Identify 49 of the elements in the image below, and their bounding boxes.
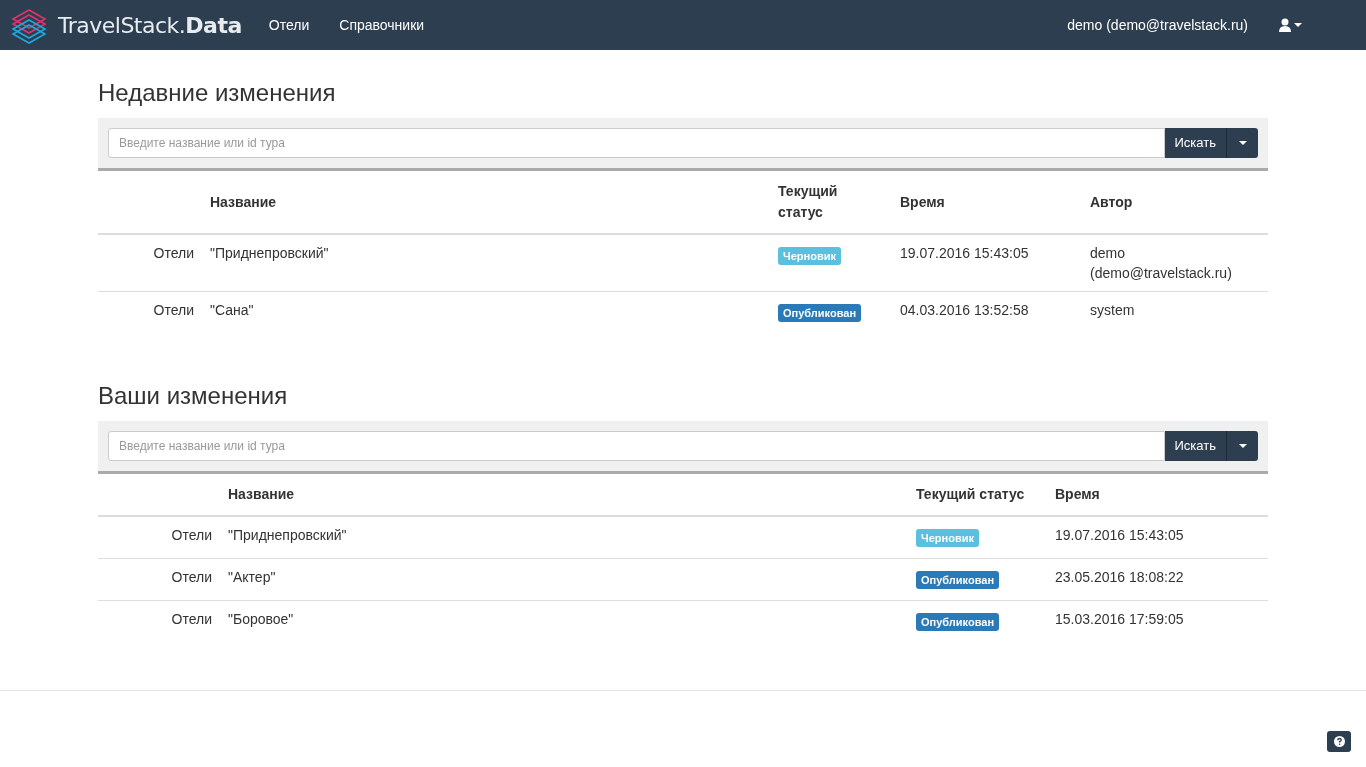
search-field[interactable]: Введите название или id тура bbox=[108, 431, 1165, 461]
help-button[interactable] bbox=[1327, 731, 1351, 752]
category-text: Отели bbox=[171, 527, 212, 543]
search-button[interactable]: Искать bbox=[1164, 431, 1227, 461]
status-badge: Опубликован bbox=[916, 571, 1000, 589]
section-title: Недавние изменения bbox=[98, 78, 337, 108]
column-header: Текущий статус bbox=[916, 486, 1025, 502]
timestamp: 19.07.2016 15:43:05 bbox=[1055, 527, 1184, 543]
section-title: Ваши изменения bbox=[98, 381, 289, 411]
category-text: Отели bbox=[153, 302, 194, 318]
brand-name[interactable]: TravelStack.Data bbox=[58, 8, 242, 42]
author-text: system bbox=[1090, 302, 1135, 318]
column-header: Время bbox=[1055, 486, 1100, 502]
dropdown-toggle-button[interactable] bbox=[1227, 431, 1258, 461]
category-text: Отели bbox=[153, 245, 194, 261]
column-header: Название bbox=[228, 486, 295, 502]
timestamp: 19.07.2016 15:43:05 bbox=[900, 245, 1029, 261]
status-badge: Опубликован bbox=[916, 613, 1000, 631]
hotel-name: "Приднепровский" bbox=[228, 527, 347, 543]
status-badge: Опубликован bbox=[778, 304, 862, 322]
status-badge: Черновик bbox=[778, 247, 841, 265]
column-header: Время bbox=[900, 193, 945, 210]
column-header: Название bbox=[210, 193, 277, 210]
column-header: Текущий статус bbox=[778, 183, 838, 220]
caret-icon bbox=[1238, 141, 1247, 145]
user-link[interactable]: demo (demo@travelstack.ru) bbox=[1067, 14, 1248, 36]
column-header: Автор bbox=[1090, 193, 1133, 210]
help-icon bbox=[1333, 736, 1345, 747]
author-text: demo (demo@travelstack.ru) bbox=[1090, 245, 1232, 281]
search-field[interactable]: Введите название или id тура bbox=[108, 128, 1165, 158]
user-menu-button[interactable] bbox=[1278, 18, 1302, 32]
timestamp: 04.03.2016 13:52:58 bbox=[900, 302, 1029, 318]
nav-link[interactable]: Отели bbox=[253, 0, 325, 51]
hotel-name: "Сана" bbox=[210, 302, 254, 318]
status-badge: Черновик bbox=[916, 529, 979, 547]
hotel-name: "Приднепровский" bbox=[210, 245, 329, 261]
caret-icon bbox=[1294, 23, 1302, 27]
search-button[interactable]: Искать bbox=[1164, 128, 1227, 158]
category-text: Отели bbox=[171, 611, 212, 627]
category-text: Отели bbox=[171, 569, 212, 585]
hotel-name: "Актер" bbox=[228, 569, 276, 585]
caret-icon bbox=[1238, 444, 1247, 448]
nav-link[interactable]: Справочники bbox=[324, 0, 440, 51]
hotel-name: "Боровое" bbox=[228, 611, 294, 627]
stacked-layers-logo-icon bbox=[10, 6, 48, 44]
timestamp: 23.05.2016 18:08:22 bbox=[1055, 569, 1184, 585]
dropdown-toggle-button[interactable] bbox=[1227, 128, 1258, 158]
timestamp: 15.03.2016 17:59:05 bbox=[1055, 611, 1184, 627]
user-icon bbox=[1278, 18, 1292, 32]
